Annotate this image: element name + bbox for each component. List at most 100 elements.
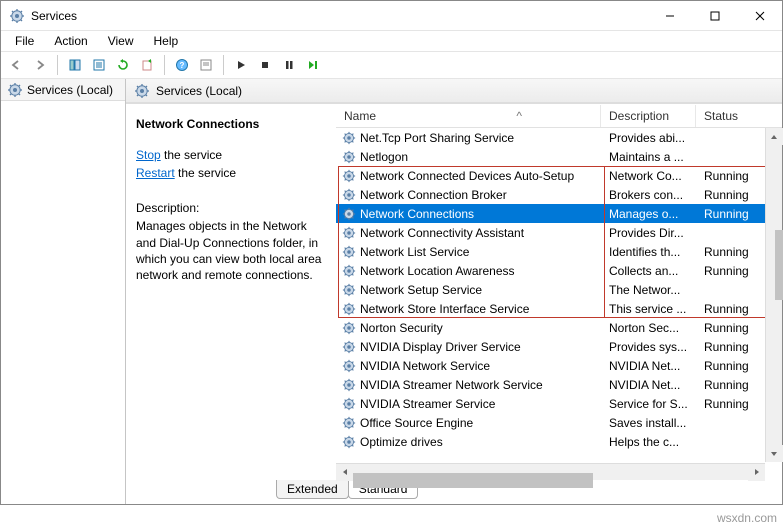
service-desc: Manages o... [601, 207, 696, 221]
restart-link[interactable]: Restart [136, 166, 175, 180]
toolbar: ? [1, 51, 782, 79]
service-row[interactable]: Network Connectivity AssistantProvides D… [336, 223, 782, 242]
gear-icon [342, 283, 356, 297]
service-desc: Network Co... [601, 169, 696, 183]
service-row[interactable]: Network Connected Devices Auto-SetupNetw… [336, 166, 782, 185]
service-name: NVIDIA Streamer Service [360, 397, 495, 411]
service-desc: The Networ... [601, 283, 696, 297]
service-desc: Service for S... [601, 397, 696, 411]
service-status: Running [696, 207, 766, 221]
content-split: Network Connections Stop the service Res… [126, 103, 782, 480]
menu-action[interactable]: Action [46, 32, 95, 50]
svg-text:?: ? [180, 61, 185, 70]
service-name: Network Connections [360, 207, 474, 221]
show-hide-tree-button[interactable] [64, 54, 86, 76]
scroll-thumb-h[interactable] [353, 473, 593, 488]
scroll-down-button[interactable] [766, 445, 783, 462]
service-row[interactable]: Net.Tcp Port Sharing ServiceProvides abi… [336, 128, 782, 147]
column-description[interactable]: Description [601, 105, 696, 127]
horizontal-scrollbar[interactable] [336, 463, 765, 480]
service-desc: Helps the c... [601, 435, 696, 449]
stop-service-button[interactable] [254, 54, 276, 76]
service-status: Running [696, 169, 766, 183]
refresh-button[interactable] [112, 54, 134, 76]
menu-help[interactable]: Help [146, 32, 187, 50]
gear-icon [342, 302, 356, 316]
service-desc: Collects an... [601, 264, 696, 278]
properties-button[interactable] [88, 54, 110, 76]
service-row[interactable]: Network Connection BrokerBrokers con...R… [336, 185, 782, 204]
export-list-button[interactable] [136, 54, 158, 76]
menu-view[interactable]: View [100, 32, 142, 50]
titlebar[interactable]: Services [1, 1, 782, 31]
tree-root-services-local[interactable]: Services (Local) [1, 79, 125, 101]
service-status: Running [696, 245, 766, 259]
service-row[interactable]: NVIDIA Streamer Network ServiceNVIDIA Ne… [336, 375, 782, 394]
gear-icon [342, 188, 356, 202]
tab-extended[interactable]: Extended [276, 480, 349, 499]
service-row[interactable]: NVIDIA Streamer Service Service for S...R… [336, 394, 782, 413]
gear-icon [342, 150, 356, 164]
service-row[interactable]: Optimize drives Helps the c... [336, 432, 782, 451]
properties2-button[interactable] [195, 54, 217, 76]
forward-button[interactable] [29, 54, 51, 76]
service-status: Running [696, 397, 766, 411]
minimize-button[interactable] [647, 1, 692, 30]
service-status: Running [696, 302, 766, 316]
main-body: Services (Local) Services (Local) Networ… [1, 79, 782, 504]
service-desc: This service ... [601, 302, 696, 316]
tree-root-label: Services (Local) [27, 83, 113, 97]
gear-icon [342, 416, 356, 430]
column-status[interactable]: Status [696, 105, 766, 127]
service-row[interactable]: Norton SecurityNorton Sec...Running [336, 318, 782, 337]
services-app-icon [9, 8, 25, 24]
services-window: Services File Action View Help ? Ser [0, 0, 783, 505]
service-status: Running [696, 340, 766, 354]
description-label: Description: [136, 200, 326, 216]
service-row[interactable]: NVIDIA Network ServiceNVIDIA Net...Runni… [336, 356, 782, 375]
scroll-up-button[interactable] [766, 128, 783, 145]
service-status: Running [696, 321, 766, 335]
gear-icon [342, 321, 356, 335]
service-row[interactable]: Network Connections Manages o...Running [336, 204, 782, 223]
selected-service-title: Network Connections [136, 116, 326, 132]
gear-icon [342, 131, 356, 145]
service-desc: Provides abi... [601, 131, 696, 145]
service-row[interactable]: Network Setup Service The Networ... [336, 280, 782, 299]
right-pane-header: Services (Local) [126, 79, 782, 103]
pause-service-button[interactable] [278, 54, 300, 76]
service-name: NVIDIA Display Driver Service [360, 340, 521, 354]
gear-icon [342, 378, 356, 392]
scroll-right-button[interactable] [748, 464, 765, 481]
service-row[interactable]: Network Store Interface ServiceThis serv… [336, 299, 782, 318]
help-button[interactable]: ? [171, 54, 193, 76]
scroll-left-button[interactable] [336, 464, 353, 481]
start-service-button[interactable] [230, 54, 252, 76]
window-title: Services [31, 9, 647, 23]
services-list: Name^ Description Status Net.Tcp Port Sh… [336, 104, 782, 480]
detail-pane: Network Connections Stop the service Res… [126, 104, 336, 480]
vertical-scrollbar[interactable] [765, 128, 782, 462]
gear-icon [342, 340, 356, 354]
column-name[interactable]: Name^ [336, 105, 601, 127]
gear-icon [342, 264, 356, 278]
menu-file[interactable]: File [7, 32, 42, 50]
gear-icon [7, 82, 23, 98]
scroll-thumb[interactable] [775, 230, 783, 300]
back-button[interactable] [5, 54, 27, 76]
list-rows[interactable]: Net.Tcp Port Sharing ServiceProvides abi… [336, 128, 782, 480]
service-row[interactable]: Office Source EngineSaves install... [336, 413, 782, 432]
service-row[interactable]: Network Location AwarenessCollects an...… [336, 261, 782, 280]
stop-link[interactable]: Stop [136, 148, 161, 162]
service-row[interactable]: Network List ServiceIdentifies th...Runn… [336, 242, 782, 261]
service-name: Optimize drives [360, 435, 443, 449]
restart-service-button[interactable] [302, 54, 324, 76]
maximize-button[interactable] [692, 1, 737, 30]
service-row[interactable]: NVIDIA Display Driver ServiceProvides sy… [336, 337, 782, 356]
service-desc: NVIDIA Net... [601, 378, 696, 392]
gear-icon [342, 169, 356, 183]
service-row[interactable]: NetlogonMaintains a ... [336, 147, 782, 166]
service-name: Network Setup Service [360, 283, 482, 297]
close-button[interactable] [737, 1, 782, 30]
gear-icon [342, 207, 356, 221]
